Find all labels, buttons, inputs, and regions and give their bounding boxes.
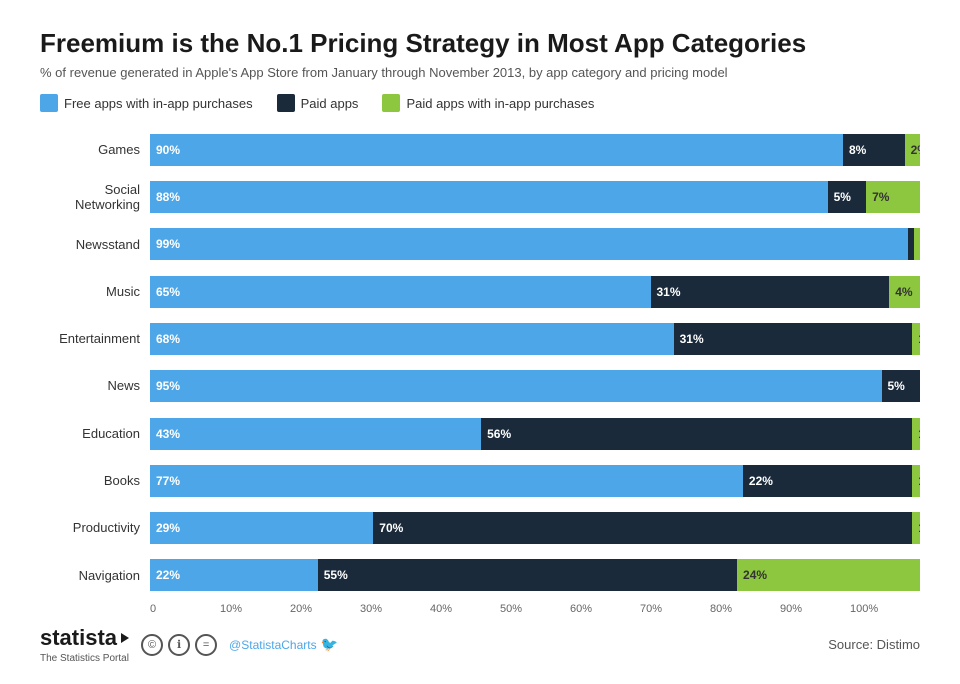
bar-segment-paid-iap: 24% xyxy=(737,559,920,591)
legend-color-free xyxy=(40,94,58,112)
bar-segment-paid-iap: 0,5% xyxy=(914,228,920,260)
bar-segment-paid-iap: 1% xyxy=(912,512,920,544)
chart-title: Freemium is the No.1 Pricing Strategy in… xyxy=(40,28,920,59)
bar-track: 95%5% xyxy=(150,370,920,402)
x-tick: 10% xyxy=(220,603,290,615)
cc-icon: © xyxy=(141,634,163,656)
bar-segment-paid-iap: 1% xyxy=(912,418,920,450)
bar-segment-paid: 31% xyxy=(651,276,890,308)
legend-paid-iap-label: Paid apps with in-app purchases xyxy=(406,96,594,111)
x-tick: 70% xyxy=(640,603,710,615)
equal-icon: = xyxy=(195,634,217,656)
bar-segment-free: 90% xyxy=(150,134,843,166)
bar-segment-paid: 31% xyxy=(674,323,913,355)
bar-segment-paid: 56% xyxy=(481,418,912,450)
bar-track: 43%56%1% xyxy=(150,418,920,450)
info-icon: ℹ xyxy=(168,634,190,656)
bar-track: 68%31%1% xyxy=(150,323,920,355)
x-tick: 50% xyxy=(500,603,570,615)
bar-label: Newsstand xyxy=(40,237,150,253)
bar-segment-free: 22% xyxy=(150,559,318,591)
x-axis: 010%20%30%40%50%60%70%80%90%100% xyxy=(150,603,920,615)
legend-color-paid xyxy=(277,94,295,112)
x-tick: 90% xyxy=(780,603,850,615)
bar-row: Entertainment68%31%1% xyxy=(40,315,920,362)
footer-icons: © ℹ = xyxy=(141,634,217,656)
legend-free: Free apps with in-app purchases xyxy=(40,94,253,112)
bar-segment-free: 65% xyxy=(150,276,651,308)
bar-label: Productivity xyxy=(40,520,150,536)
bar-track: 22%55%24% xyxy=(150,559,920,591)
bar-segment-free: 29% xyxy=(150,512,373,544)
legend-paid-label: Paid apps xyxy=(301,96,359,111)
statista-logo-text: statista xyxy=(40,625,117,651)
bar-row: Newsstand99%0,5%0,5% xyxy=(40,221,920,268)
footer: statista The Statistics Portal © ℹ = @St… xyxy=(40,625,920,664)
legend: Free apps with in-app purchases Paid app… xyxy=(40,94,920,112)
bar-segment-free: 43% xyxy=(150,418,481,450)
bar-row: News95%5% xyxy=(40,363,920,410)
chart-area: Games90%8%2%SocialNetworking88%5%7%Newss… xyxy=(40,126,920,615)
source-text: Source: Distimo xyxy=(828,637,920,652)
bar-segment-free: 95% xyxy=(150,370,882,402)
bar-segment-free: 88% xyxy=(150,181,828,213)
x-tick: 60% xyxy=(570,603,640,615)
x-tick: 20% xyxy=(290,603,360,615)
x-tick: 100% xyxy=(850,603,920,615)
bar-track: 90%8%2% xyxy=(150,134,920,166)
footer-left: statista The Statistics Portal © ℹ = @St… xyxy=(40,625,338,664)
statista-arrow-icon xyxy=(121,633,129,643)
legend-free-label: Free apps with in-app purchases xyxy=(64,96,253,111)
legend-color-paid-iap xyxy=(382,94,400,112)
bar-row: Navigation22%55%24% xyxy=(40,552,920,599)
bar-label: Entertainment xyxy=(40,331,150,347)
bar-segment-free: 68% xyxy=(150,323,674,355)
bar-segment-paid: 22% xyxy=(743,465,912,497)
bar-label: Books xyxy=(40,473,150,489)
bar-segment-paid: 70% xyxy=(373,512,912,544)
chart-subtitle: % of revenue generated in Apple's App St… xyxy=(40,65,920,80)
twitter-handle: @StatistaCharts xyxy=(229,638,317,652)
statista-logo-block: statista The Statistics Portal xyxy=(40,625,129,664)
bar-row: Productivity29%70%1% xyxy=(40,504,920,551)
bar-segment-paid: 5% xyxy=(882,370,921,402)
bars-section: Games90%8%2%SocialNetworking88%5%7%Newss… xyxy=(40,126,920,599)
bar-track: 88%5%7% xyxy=(150,181,920,213)
x-tick: 30% xyxy=(360,603,430,615)
bar-track: 29%70%1% xyxy=(150,512,920,544)
bar-row: Books77%22%1% xyxy=(40,457,920,504)
bar-segment-paid-iap: 1% xyxy=(912,465,920,497)
bar-segment-paid-iap: 7% xyxy=(866,181,920,213)
bar-track: 65%31%4% xyxy=(150,276,920,308)
x-tick: 0 xyxy=(150,603,220,615)
bar-label: SocialNetworking xyxy=(40,182,150,213)
bar-segment-paid-iap: 4% xyxy=(889,276,920,308)
statista-tagline: The Statistics Portal xyxy=(40,653,129,664)
bar-track: 77%22%1% xyxy=(150,465,920,497)
twitter-bird-icon: 🐦 xyxy=(321,636,338,653)
bar-segment-paid: 5% xyxy=(828,181,867,213)
bar-segment-paid: 8% xyxy=(843,134,905,166)
twitter-handle-block: @StatistaCharts 🐦 xyxy=(229,636,338,653)
bar-row: Education43%56%1% xyxy=(40,410,920,457)
bar-segment-paid-iap: 1% xyxy=(912,323,920,355)
bar-label: Navigation xyxy=(40,568,150,584)
bar-label: Education xyxy=(40,426,150,442)
legend-paid-iap: Paid apps with in-app purchases xyxy=(382,94,594,112)
bar-row: SocialNetworking88%5%7% xyxy=(40,173,920,220)
bar-segment-paid: 55% xyxy=(318,559,737,591)
bar-label: Music xyxy=(40,284,150,300)
legend-paid: Paid apps xyxy=(277,94,359,112)
bar-row: Music65%31%4% xyxy=(40,268,920,315)
x-tick: 80% xyxy=(710,603,780,615)
x-tick: 40% xyxy=(430,603,500,615)
bar-label: Games xyxy=(40,142,150,158)
bar-segment-free: 99% xyxy=(150,228,908,260)
bar-track: 99%0,5%0,5% xyxy=(150,228,920,260)
bar-row: Games90%8%2% xyxy=(40,126,920,173)
page-container: Freemium is the No.1 Pricing Strategy in… xyxy=(0,0,960,684)
bar-segment-paid-iap: 2% xyxy=(905,134,920,166)
bar-label: News xyxy=(40,378,150,394)
bar-segment-free: 77% xyxy=(150,465,743,497)
